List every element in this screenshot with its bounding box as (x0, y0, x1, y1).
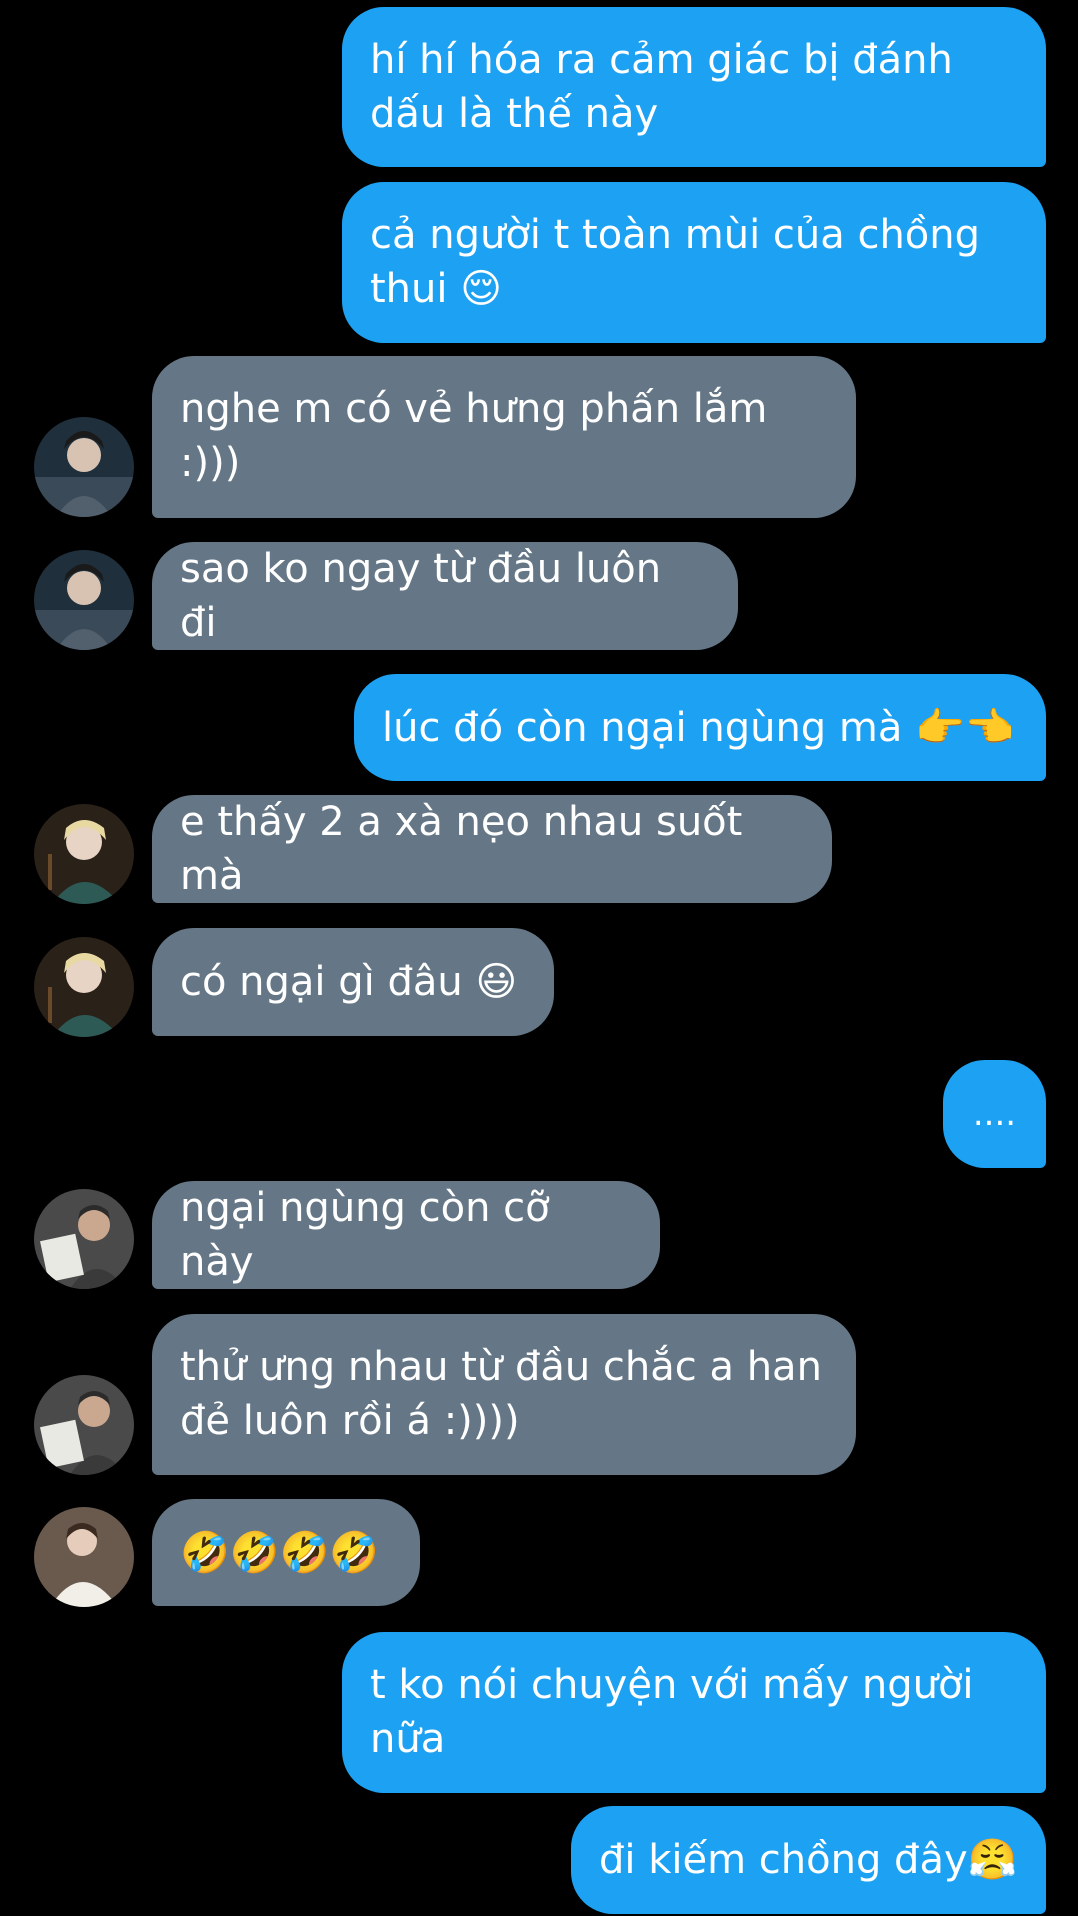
avatar[interactable] (34, 1189, 134, 1289)
message-bubble-received[interactable]: ngại ngùng còn cỡ này (152, 1181, 660, 1289)
message-bubble-received[interactable]: e thấy 2 a xà nẹo nhau suốt mà (152, 795, 832, 903)
avatar[interactable] (34, 804, 134, 904)
message-bubble-sent[interactable]: lúc đó còn ngại ngùng mà 👉👈 (354, 674, 1046, 781)
message-bubble-received[interactable]: 🤣🤣🤣🤣 (152, 1499, 420, 1606)
message-bubble-received[interactable]: thử ưng nhau từ đầu chắc a han đẻ luôn r… (152, 1314, 856, 1475)
avatar-dark-jersey-icon (34, 550, 134, 650)
message-bubble-received[interactable]: có ngại gì đâu 😃 (152, 928, 554, 1036)
message-bubble-sent[interactable]: cả người t toàn mùi của chồng thui 😌 (342, 182, 1046, 343)
message-bubble-sent[interactable]: hí hí hóa ra cảm giác bị đánh dấu là thế… (342, 7, 1046, 167)
message-bubble-sent[interactable]: t ko nói chuyện với mấy người nữa (342, 1632, 1046, 1793)
avatar-dark-jersey-icon (34, 417, 134, 517)
avatar-reading-paper-icon (34, 1189, 134, 1289)
avatar-blonde-backpack-icon (34, 937, 134, 1037)
avatar[interactable] (34, 1375, 134, 1475)
avatar[interactable] (34, 937, 134, 1037)
avatar-white-shirt-icon (34, 1507, 134, 1607)
avatar[interactable] (34, 1507, 134, 1607)
message-bubble-sent[interactable]: .... (943, 1060, 1046, 1168)
avatar-reading-paper-icon (34, 1375, 134, 1475)
avatar[interactable] (34, 550, 134, 650)
avatar[interactable] (34, 417, 134, 517)
message-bubble-received[interactable]: nghe m có vẻ hưng phấn lắm :))) (152, 356, 856, 518)
message-bubble-sent[interactable]: đi kiếm chồng đây😤 (571, 1806, 1046, 1914)
avatar-blonde-backpack-icon (34, 804, 134, 904)
message-bubble-received[interactable]: sao ko ngay từ đầu luôn đi (152, 542, 738, 650)
